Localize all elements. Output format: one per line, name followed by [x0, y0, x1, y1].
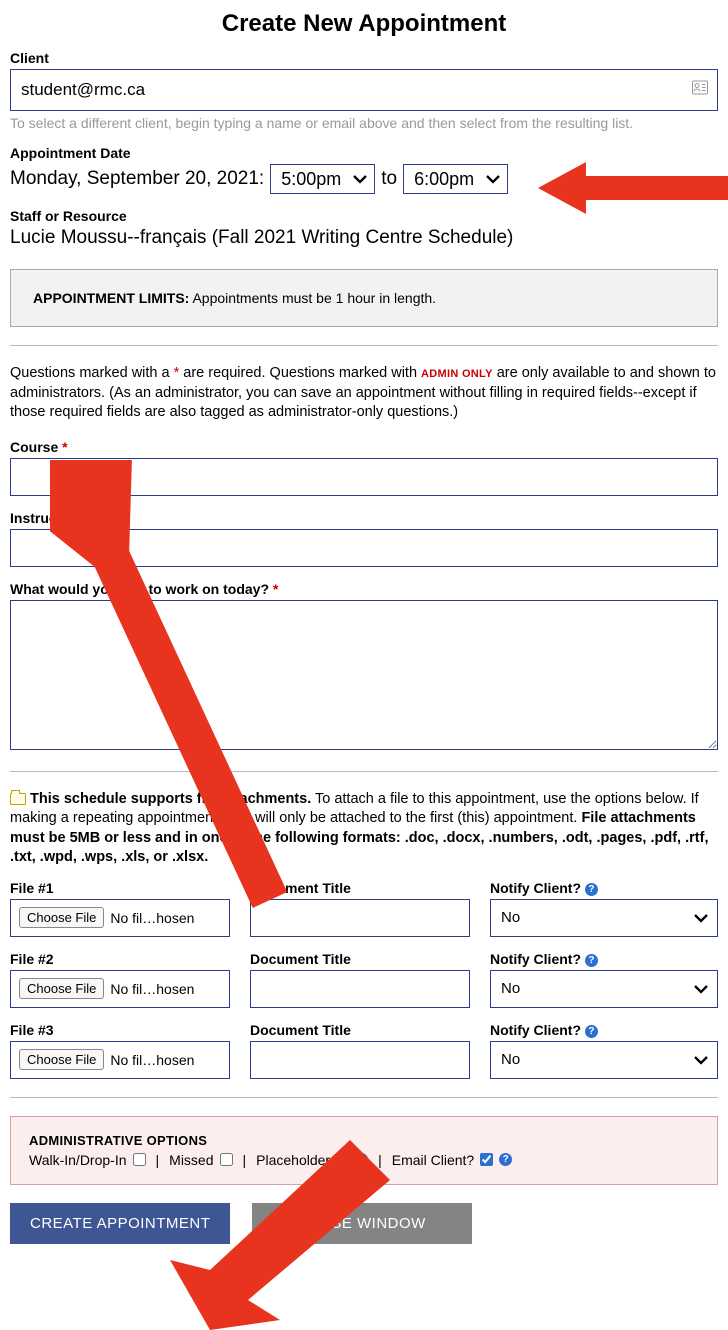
- end-time-select[interactable]: 6:00pm: [403, 164, 508, 194]
- instructions-text: Questions marked with a * are required. …: [10, 364, 718, 423]
- limits-box: APPOINTMENT LIMITS: Appointments must be…: [10, 269, 718, 327]
- help-icon[interactable]: ?: [355, 1153, 368, 1166]
- close-window-button[interactable]: CLOSE WINDOW: [252, 1203, 472, 1244]
- work-textarea[interactable]: [10, 600, 718, 750]
- notify3-select[interactable]: No: [490, 1041, 718, 1079]
- doc-title1-input[interactable]: [250, 899, 470, 937]
- doc-title2-input[interactable]: [250, 970, 470, 1008]
- file2-label: File #2: [10, 951, 230, 967]
- doc-title1-label: Document Title: [250, 880, 470, 896]
- attachments-intro: This schedule supports file attachments.…: [10, 790, 718, 868]
- file1-status: No fil…hosen: [110, 910, 194, 926]
- instructor-label: Instructor *: [10, 510, 718, 526]
- doc-title3-input[interactable]: [250, 1041, 470, 1079]
- contact-card-icon: [692, 81, 708, 100]
- separator: [10, 345, 718, 346]
- walkin-checkbox[interactable]: [133, 1153, 146, 1166]
- course-input[interactable]: [10, 458, 718, 496]
- file3-label: File #3: [10, 1022, 230, 1038]
- help-icon[interactable]: ?: [585, 883, 598, 896]
- choose-file-button[interactable]: Choose File: [19, 907, 104, 928]
- help-icon[interactable]: ?: [585, 954, 598, 967]
- work-label: What would you like to work on today? *: [10, 581, 718, 597]
- client-hint: To select a different client, begin typi…: [10, 115, 718, 131]
- admin-options-box: ADMINISTRATIVE OPTIONS Walk-In/Drop-In |…: [10, 1116, 718, 1185]
- placeholder-label: Placeholder: [256, 1152, 330, 1168]
- client-label: Client: [10, 50, 718, 66]
- missed-checkbox[interactable]: [220, 1153, 233, 1166]
- walkin-label: Walk-In/Drop-In: [29, 1152, 127, 1168]
- notify1-label: Notify Client? ?: [490, 880, 718, 896]
- help-icon[interactable]: ?: [585, 1025, 598, 1038]
- help-icon[interactable]: ?: [499, 1153, 512, 1166]
- folder-icon: [10, 793, 26, 805]
- doc-title2-label: Document Title: [250, 951, 470, 967]
- client-input[interactable]: [10, 69, 718, 111]
- date-text: Monday, September 20, 2021:: [10, 168, 264, 190]
- file3-status: No fil…hosen: [110, 1052, 194, 1068]
- to-label: to: [381, 168, 397, 190]
- staff-label: Staff or Resource: [10, 208, 718, 224]
- instructor-input[interactable]: [10, 529, 718, 567]
- separator: [10, 771, 718, 772]
- choose-file-button[interactable]: Choose File: [19, 978, 104, 999]
- email-client-checkbox[interactable]: [480, 1153, 493, 1166]
- file2-status: No fil…hosen: [110, 981, 194, 997]
- page-title: Create New Appointment: [10, 10, 718, 38]
- date-label: Appointment Date: [10, 145, 718, 161]
- separator: [10, 1097, 718, 1098]
- notify3-label: Notify Client? ?: [490, 1022, 718, 1038]
- course-label: Course *: [10, 439, 718, 455]
- notify2-label: Notify Client? ?: [490, 951, 718, 967]
- choose-file-button[interactable]: Choose File: [19, 1049, 104, 1070]
- email-client-label: Email Client?: [392, 1152, 474, 1168]
- file2-picker[interactable]: Choose File No fil…hosen: [10, 970, 230, 1008]
- staff-value: Lucie Moussu--français (Fall 2021 Writin…: [10, 227, 718, 249]
- doc-title3-label: Document Title: [250, 1022, 470, 1038]
- notify2-select[interactable]: No: [490, 970, 718, 1008]
- missed-label: Missed: [169, 1152, 213, 1168]
- create-appointment-button[interactable]: CREATE APPOINTMENT: [10, 1203, 230, 1244]
- placeholder-checkbox[interactable]: [336, 1153, 349, 1166]
- file3-picker[interactable]: Choose File No fil…hosen: [10, 1041, 230, 1079]
- file1-label: File #1: [10, 880, 230, 896]
- file1-picker[interactable]: Choose File No fil…hosen: [10, 899, 230, 937]
- start-time-select[interactable]: 5:00pm: [270, 164, 375, 194]
- admin-options-title: ADMINISTRATIVE OPTIONS: [29, 1133, 699, 1148]
- notify1-select[interactable]: No: [490, 899, 718, 937]
